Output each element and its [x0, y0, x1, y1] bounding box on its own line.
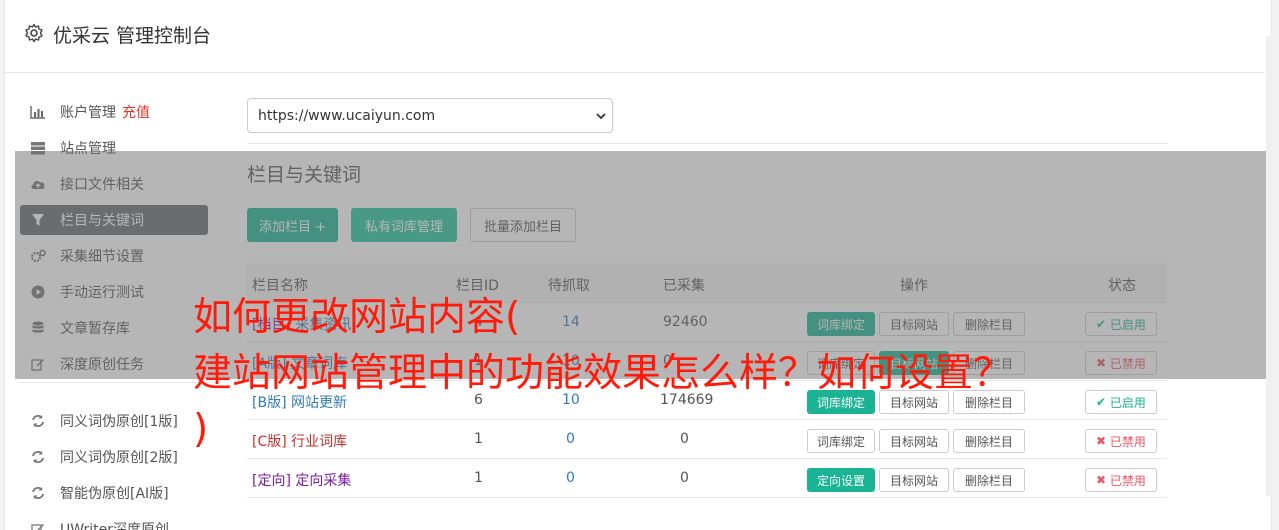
column-id: 1 [474, 470, 483, 486]
column-tag: [定向] [252, 473, 291, 489]
sidebar-item-synonym-v1[interactable]: 同义词伪原创[1版] [20, 406, 208, 436]
gear-icon [25, 23, 43, 43]
pending-count[interactable]: 0 [566, 470, 575, 486]
bar-chart-icon [30, 104, 46, 120]
status-label: 已禁用 [1109, 434, 1146, 449]
chevron-down-icon [596, 113, 606, 120]
sidebar-item-synonym-v2[interactable]: 同义词伪原创[2版] [20, 442, 208, 472]
recharge-link[interactable]: 充值 [122, 102, 150, 122]
caption-line: 建站网站管理中的功能效果怎么样？如何设置？ [193, 351, 1013, 396]
sidebar-item-label: 同义词伪原创[2版] [60, 450, 178, 466]
sidebar-item-label: UWriter深度原创 [60, 522, 169, 530]
site-select[interactable]: https://www.ucaiyun.com [247, 98, 613, 133]
caption-line: ) [193, 407, 209, 452]
close-icon: ✖ [1096, 473, 1110, 487]
edit-icon [30, 521, 46, 530]
column-label: 定向采集 [295, 473, 352, 489]
table-row: [定向] 定向采集 1 0 0 定向设置 目标网站 删除栏目 ✖ 已禁用 [247, 459, 1167, 498]
header: 优采云 管理控制台 [5, 0, 1271, 73]
sidebar-item-label: 智能伪原创[AI版] [60, 486, 169, 502]
refresh-icon [30, 413, 46, 429]
overlay-caption: 如何更改网站内容( 建站网站管理中的功能效果怎么样？如何设置？ ) [193, 290, 1113, 458]
status-label: 已禁用 [1109, 473, 1146, 488]
sidebar-divider [20, 382, 210, 383]
target-site-button[interactable]: 目标网站 [879, 468, 949, 492]
delete-column-button[interactable]: 删除栏目 [953, 468, 1025, 492]
direct-settings-button[interactable]: 定向设置 [807, 468, 875, 492]
column-name[interactable]: [定向] 定向采集 [252, 470, 351, 490]
refresh-icon [30, 485, 46, 501]
status-toggle[interactable]: ✖ 已禁用 [1085, 468, 1157, 492]
sidebar-item-ai-original[interactable]: 智能伪原创[AI版] [20, 478, 208, 508]
status-label: 已启用 [1109, 395, 1146, 410]
sidebar-item-account[interactable]: 账户管理 充值 [20, 97, 208, 127]
sidebar-item-uwriter[interactable]: UWriter深度原创 [20, 514, 208, 530]
caption-line: 如何更改网站内容( [193, 295, 521, 340]
sidebar-item-label: 同义词伪原创[1版] [60, 414, 178, 430]
sidebar-item-label: 账户管理 [60, 105, 116, 121]
site-select-value: https://www.ucaiyun.com [258, 107, 436, 124]
page-title: 优采云 管理控制台 [53, 25, 212, 47]
scrollbar-thumb[interactable] [1266, 36, 1272, 496]
refresh-icon [30, 449, 46, 465]
collected-count: 0 [680, 470, 689, 486]
divider [247, 143, 1167, 144]
